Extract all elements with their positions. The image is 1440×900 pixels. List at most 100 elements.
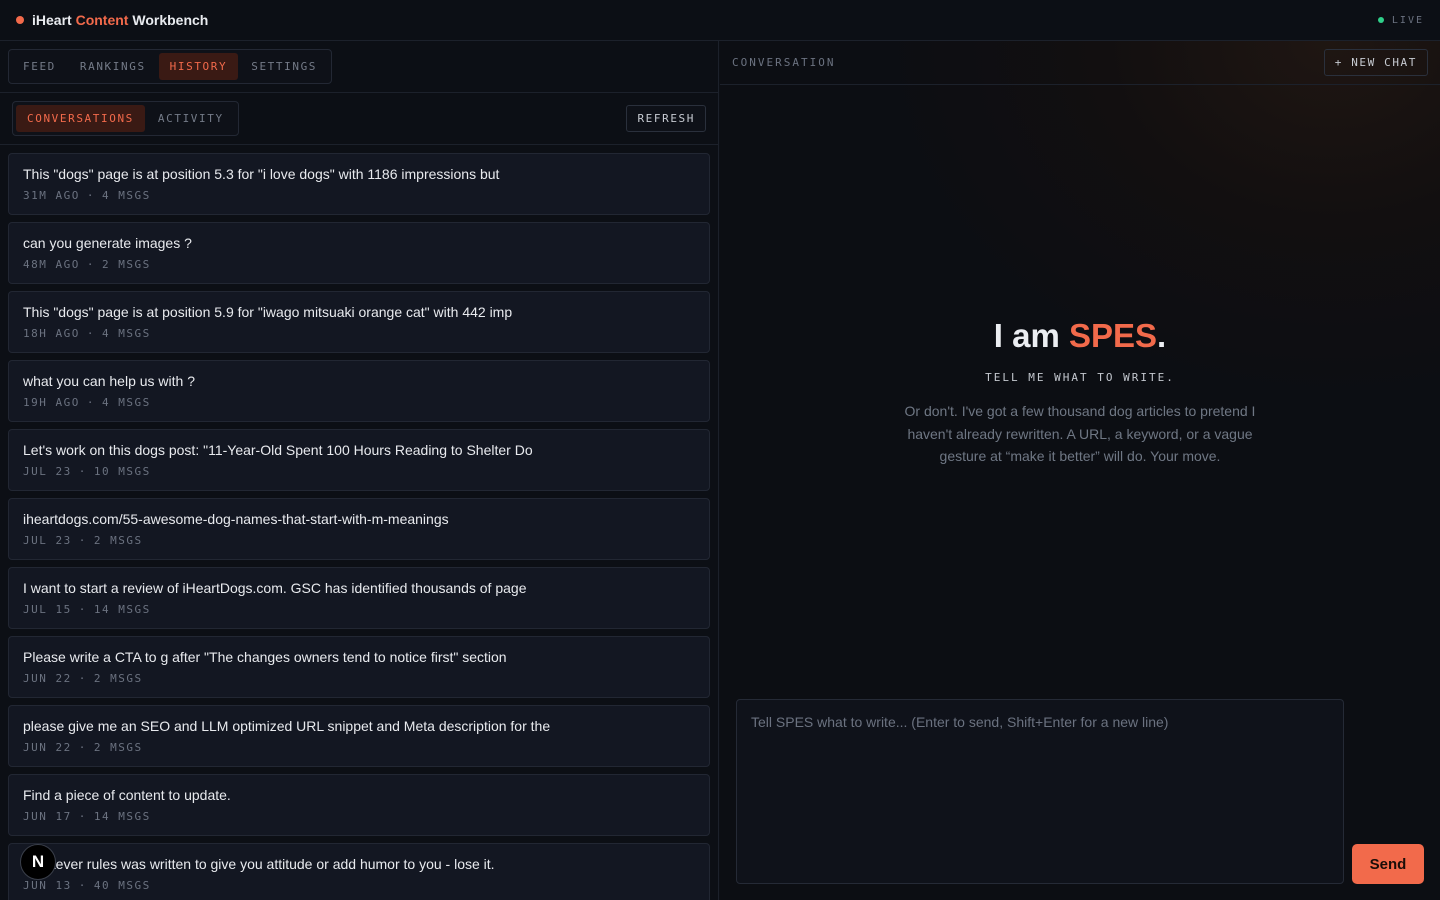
refresh-button[interactable]: REFRESH xyxy=(626,105,706,132)
meta-separator: · xyxy=(86,258,95,271)
conversation-msg-count: 10 MSGS xyxy=(93,465,151,478)
conversation-time: JUN 22 xyxy=(23,741,72,754)
app-title-post: Workbench xyxy=(128,12,209,28)
conversation-title: Please write a CTA to g after "The chang… xyxy=(23,649,507,665)
conversation-title: I want to start a review of iHeartDogs.c… xyxy=(23,580,527,596)
conversation-item[interactable]: can you generate images ? 48M AGO · 2 MSGS xyxy=(8,222,710,284)
meta-separator: · xyxy=(78,879,87,892)
welcome-hero: I am SPES. TELL ME WHAT TO WRITE. Or don… xyxy=(720,317,1440,468)
meta-separator: · xyxy=(78,465,87,478)
conversation-meta: JUL 23 · 2 MSGS xyxy=(23,534,695,547)
conversation-time: JUN 13 xyxy=(23,879,72,892)
conversation-item[interactable]: Please write a CTA to g after "The chang… xyxy=(8,636,710,698)
conversation-meta: 18H AGO · 4 MSGS xyxy=(23,327,695,340)
hero-title: I am SPES. xyxy=(720,317,1440,355)
conversation-msg-count: 4 MSGS xyxy=(101,189,151,202)
conversation-meta: 48M AGO · 2 MSGS xyxy=(23,258,695,271)
conversation-meta: JUL 15 · 14 MSGS xyxy=(23,603,695,616)
conversation-msg-count: 2 MSGS xyxy=(93,672,143,685)
top-bar: iHeart Content Workbench LIVE xyxy=(0,0,1440,41)
hero-title-post: . xyxy=(1157,317,1167,354)
meta-separator: · xyxy=(86,189,95,202)
conversation-time: JUL 23 xyxy=(23,465,72,478)
app-title-pre: iHeart xyxy=(32,12,76,28)
conversation-msg-count: 40 MSGS xyxy=(93,879,151,892)
new-chat-button[interactable]: + NEW CHAT xyxy=(1323,49,1428,76)
meta-separator: · xyxy=(78,672,87,685)
meta-separator: · xyxy=(78,603,87,616)
message-input[interactable] xyxy=(736,699,1344,884)
conversation-time: 31M AGO xyxy=(23,189,80,202)
conversation-msg-count: 4 MSGS xyxy=(101,327,151,340)
tab-rankings[interactable]: RANKINGS xyxy=(69,53,157,80)
conversation-item[interactable]: Find a piece of content to update. JUN 17… xyxy=(8,774,710,836)
conversation-title: please give me an SEO and LLM optimized … xyxy=(23,718,551,734)
send-button[interactable]: Send xyxy=(1352,844,1424,884)
conversation-time: JUN 22 xyxy=(23,672,72,685)
meta-separator: · xyxy=(78,534,87,547)
history-panel: FEED RANKINGS HISTORY SETTINGS CONVERSATION… xyxy=(0,41,719,900)
main-tabs: FEED RANKINGS HISTORY SETTINGS xyxy=(8,49,333,84)
conversation-msg-count: 2 MSGS xyxy=(93,741,143,754)
hero-description: Or don't. I've got a few thousand dog ar… xyxy=(904,403,1256,464)
conversation-time: JUN 17 xyxy=(23,810,72,823)
conversation-msg-count: 2 MSGS xyxy=(93,534,143,547)
subtab-activity[interactable]: ACTIVITY xyxy=(147,105,235,132)
conversation-meta: 19H AGO · 4 MSGS xyxy=(23,396,695,409)
conversation-item[interactable]: please give me an SEO and LLM optimized … xyxy=(8,705,710,767)
subtabs-row: CONVERSATIONS ACTIVITY REFRESH xyxy=(0,93,718,145)
conversation-title: Let's work on this dogs post: "11-Year-O… xyxy=(23,442,533,458)
conversation-title: iheartdogs.com/55-awesome-dog-names-that… xyxy=(23,511,449,527)
hero-title-accent: SPES xyxy=(1068,317,1158,354)
conversation-item[interactable]: This "dogs" page is at position 5.9 for … xyxy=(8,291,710,353)
meta-separator: · xyxy=(86,396,95,409)
conversation-title: This "dogs" page is at position 5.3 for … xyxy=(23,166,500,182)
history-subtabs: CONVERSATIONS ACTIVITY xyxy=(12,101,239,136)
tab-history[interactable]: HISTORY xyxy=(158,53,239,80)
conversation-meta: JUN 22 · 2 MSGS xyxy=(23,672,695,685)
app-title: iHeart Content Workbench xyxy=(32,12,208,28)
conversation-meta: JUN 22 · 2 MSGS xyxy=(23,741,695,754)
conversation-meta: JUL 23 · 10 MSGS xyxy=(23,465,695,478)
conversation-meta: JUN 17 · 14 MSGS xyxy=(23,810,695,823)
conversation-header: CONVERSATION + NEW CHAT xyxy=(720,41,1440,85)
conversation-item[interactable]: Let's work on this dogs post: "11-Year-O… xyxy=(8,429,710,491)
conversation-time: JUL 23 xyxy=(23,534,72,547)
tab-settings[interactable]: SETTINGS xyxy=(240,53,328,80)
conversation-panel: CONVERSATION + NEW CHAT I am SPES. TELL … xyxy=(720,41,1440,900)
conversation-title: can you generate images ? xyxy=(23,235,192,251)
subtab-conversations[interactable]: CONVERSATIONS xyxy=(16,105,145,132)
conversation-msg-count: 4 MSGS xyxy=(101,396,151,409)
conversation-title: Whatever rules was written to give you a… xyxy=(23,856,495,872)
live-dot-icon xyxy=(1377,17,1384,23)
brand-dot-icon xyxy=(16,16,24,24)
hero-subtitle: TELL ME WHAT TO WRITE. xyxy=(985,371,1175,384)
conversation-time: 18H AGO xyxy=(23,327,80,340)
conversation-msg-count: 14 MSGS xyxy=(93,810,151,823)
nextjs-badge[interactable]: N xyxy=(20,844,56,880)
app-brand: iHeart Content Workbench xyxy=(16,12,208,28)
conversation-item[interactable]: Whatever rules was written to give you a… xyxy=(8,843,710,900)
app-title-accent: Content xyxy=(75,12,129,28)
conversation-item[interactable]: I want to start a review of iHeartDogs.c… xyxy=(8,567,710,629)
meta-separator: · xyxy=(78,741,87,754)
conversation-time: 19H AGO xyxy=(23,396,80,409)
conversation-item[interactable]: what you can help us with ? 19H AGO · 4 MSG… xyxy=(8,360,710,422)
conversation-time: 48M AGO xyxy=(23,258,80,271)
meta-separator: · xyxy=(86,327,95,340)
conversation-label: CONVERSATION xyxy=(732,56,836,69)
conversation-item[interactable]: iheartdogs.com/55-awesome-dog-names-that… xyxy=(8,498,710,560)
conversation-msg-count: 14 MSGS xyxy=(93,603,151,616)
conversation-time: JUL 15 xyxy=(23,603,72,616)
main-tabs-row: FEED RANKINGS HISTORY SETTINGS xyxy=(0,41,718,93)
tab-feed[interactable]: FEED xyxy=(12,53,67,80)
conversation-meta: 31M AGO · 4 MSGS xyxy=(23,189,695,202)
meta-separator: · xyxy=(78,810,87,823)
conversation-title: Find a piece of content to update. xyxy=(23,787,231,803)
conversation-title: what you can help us with ? xyxy=(23,373,195,389)
conversation-title: This "dogs" page is at position 5.9 for … xyxy=(23,304,513,320)
hero-title-pre: I am xyxy=(993,317,1069,354)
conversation-msg-count: 2 MSGS xyxy=(101,258,151,271)
live-status: LIVE xyxy=(1377,15,1424,26)
conversation-item[interactable]: This "dogs" page is at position 5.3 for … xyxy=(8,153,710,215)
